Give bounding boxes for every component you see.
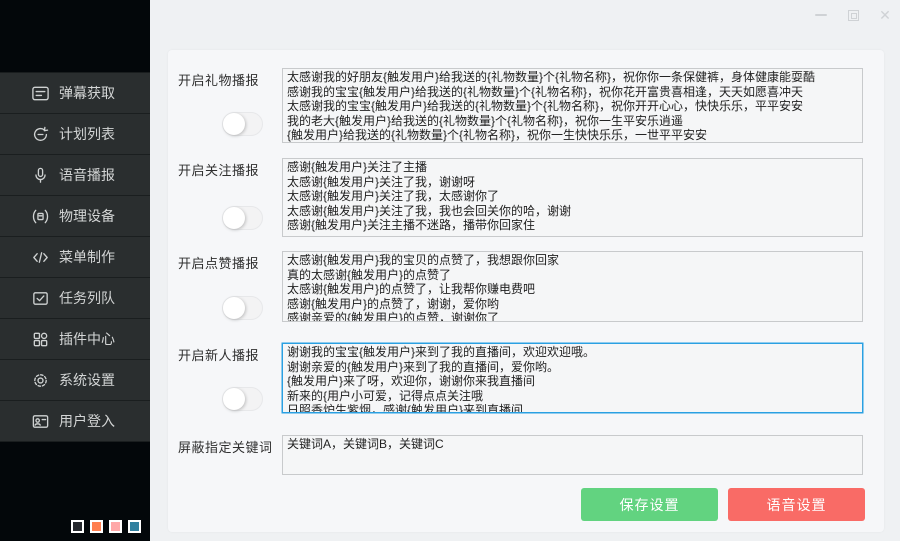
- maximize-icon: [848, 10, 859, 21]
- theme-swatches: [71, 520, 141, 533]
- microphone-icon: [31, 166, 50, 185]
- like-broadcast-label: 开启点赞播报: [178, 253, 259, 272]
- sidebar-item-physical-device[interactable]: 物理设备: [0, 196, 150, 237]
- sidebar-item-label: 物理设备: [59, 206, 115, 226]
- danmaku-icon: [31, 84, 50, 103]
- plugin-grid-icon: [31, 330, 50, 349]
- follow-broadcast-toggle[interactable]: [222, 206, 263, 230]
- sidebar-item-menu-maker[interactable]: 菜单制作: [0, 237, 150, 278]
- sidebar-item-user-login[interactable]: 用户登入: [0, 401, 150, 442]
- sidebar-item-label: 计划列表: [59, 124, 115, 144]
- sidebar-item-system-settings[interactable]: 系统设置: [0, 360, 150, 401]
- gift-broadcast-toggle[interactable]: [222, 112, 263, 136]
- sidebar-item-label: 系统设置: [59, 370, 115, 390]
- gift-broadcast-textarea[interactable]: [282, 68, 863, 143]
- user-card-icon: [31, 412, 50, 431]
- newcomer-broadcast-textarea[interactable]: [282, 343, 863, 413]
- newcomer-broadcast-toggle[interactable]: [222, 387, 263, 411]
- voice-settings-button[interactable]: 语音设置: [728, 488, 865, 521]
- sidebar-item-label: 语音播报: [59, 165, 115, 185]
- physical-device-icon: [31, 207, 50, 226]
- sidebar: 弹幕获取 计划列表 语音播报 物理设备 菜单制作: [0, 0, 150, 541]
- sidebar-item-label: 任务列队: [59, 288, 115, 308]
- maximize-button[interactable]: [844, 6, 862, 24]
- sidebar-item-label: 插件中心: [59, 329, 115, 349]
- theme-swatch-dark[interactable]: [71, 520, 84, 533]
- like-broadcast-toggle[interactable]: [222, 296, 263, 320]
- theme-swatch-pink[interactable]: [109, 520, 122, 533]
- like-broadcast-textarea[interactable]: [282, 251, 863, 322]
- sidebar-item-plugin-center[interactable]: 插件中心: [0, 319, 150, 360]
- newcomer-broadcast-label: 开启新人播报: [178, 345, 259, 364]
- minimize-button[interactable]: [812, 6, 830, 24]
- gift-broadcast-label: 开启礼物播报: [178, 70, 259, 89]
- sidebar-footer: [0, 442, 150, 541]
- toggle-knob: [223, 388, 245, 410]
- gear-icon: [31, 371, 50, 390]
- blocked-keywords-textarea[interactable]: [282, 435, 863, 475]
- sidebar-item-label: 弹幕获取: [59, 83, 115, 103]
- close-button[interactable]: ✕: [876, 6, 894, 24]
- task-check-icon: [31, 289, 50, 308]
- toggle-knob: [223, 207, 245, 229]
- toggle-knob: [223, 113, 245, 135]
- sidebar-item-plan-list[interactable]: 计划列表: [0, 114, 150, 155]
- sidebar-item-voice-broadcast[interactable]: 语音播报: [0, 155, 150, 196]
- toggle-knob: [223, 297, 245, 319]
- plan-list-icon: [31, 125, 50, 144]
- follow-broadcast-label: 开启关注播报: [178, 160, 259, 179]
- save-settings-button[interactable]: 保存设置: [581, 488, 718, 521]
- theme-swatch-teal[interactable]: [128, 520, 141, 533]
- sidebar-menu: 弹幕获取 计划列表 语音播报 物理设备 菜单制作: [0, 72, 150, 442]
- broadcast-settings-panel: 开启礼物播报 开启关注播报 开启点赞播报 开启新人播报 屏蔽指定关键词 保存设置…: [168, 50, 884, 532]
- blocked-keywords-label: 屏蔽指定关键词: [178, 437, 273, 456]
- window-controls: ✕: [812, 6, 894, 24]
- close-icon: ✕: [879, 8, 891, 22]
- minimize-icon: [815, 14, 827, 16]
- sidebar-item-danmaku[interactable]: 弹幕获取: [0, 73, 150, 114]
- sidebar-header: [0, 0, 150, 72]
- sidebar-item-task-queue[interactable]: 任务列队: [0, 278, 150, 319]
- theme-swatch-orange[interactable]: [90, 520, 103, 533]
- code-icon: [31, 248, 50, 267]
- follow-broadcast-textarea[interactable]: [282, 158, 863, 237]
- sidebar-item-label: 菜单制作: [59, 247, 115, 267]
- sidebar-item-label: 用户登入: [59, 411, 115, 431]
